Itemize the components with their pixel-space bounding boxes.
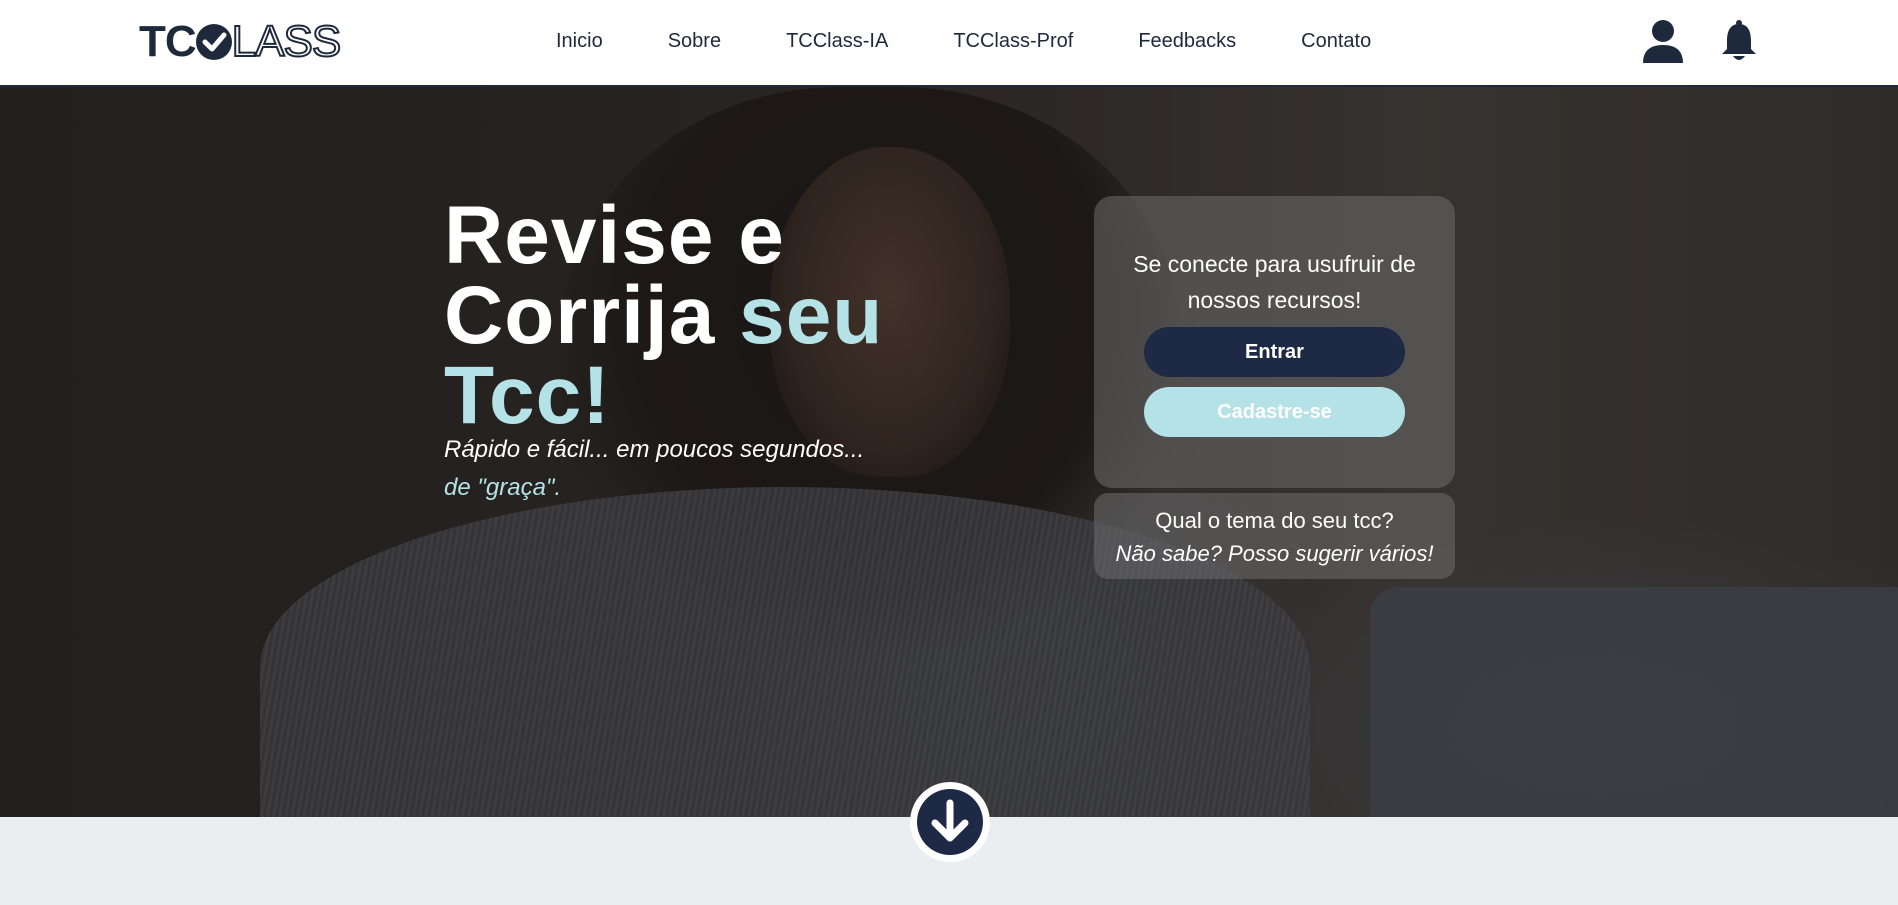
scroll-down-button[interactable] xyxy=(910,782,990,862)
nav-link-sobre[interactable]: Sobre xyxy=(668,28,721,54)
hero-subtitle: Rápido e fácil... em poucos segundos... xyxy=(444,436,865,463)
nav-link-tcclass-ia[interactable]: TCClass-IA xyxy=(786,28,888,54)
login-button[interactable]: Entrar xyxy=(1144,327,1405,377)
hero-subtitle-accent: de "graça". xyxy=(444,474,562,501)
logo-text-right: LASS xyxy=(231,17,343,66)
bell-icon[interactable] xyxy=(1721,19,1757,63)
scroll-down-circle xyxy=(917,789,983,855)
nav-link-inicio[interactable]: Inicio xyxy=(556,28,603,54)
hero-title-accent-tcc: Tcc! xyxy=(444,350,611,441)
topic-question: Qual o tema do seu tcc? xyxy=(1155,508,1394,533)
user-icon[interactable] xyxy=(1641,19,1685,63)
signup-button[interactable]: Cadastre-se xyxy=(1144,387,1405,437)
arrow-down-icon xyxy=(931,799,969,842)
hero-section: Revise e Corrija seu Tcc! Rápido e fácil… xyxy=(0,87,1898,817)
hero-title-line1: Revise e xyxy=(444,190,785,281)
hero-title-accent-seu: seu xyxy=(739,270,884,361)
tcclass-logo[interactable]: TC LASS xyxy=(139,17,343,66)
topic-suggestion-card[interactable]: Qual o tema do seu tcc? Não sabe? Posso … xyxy=(1094,493,1455,579)
login-message: Se conecte para usufruir de nossos recur… xyxy=(1133,251,1416,313)
nav-link-contato[interactable]: Contato xyxy=(1301,28,1371,54)
nav-link-feedbacks[interactable]: Feedbacks xyxy=(1138,28,1236,54)
hero-title: Revise e Corrija seu Tcc! xyxy=(444,195,1004,437)
main-nav: Inicio Sobre TCClass-IA TCClass-Prof Fee… xyxy=(556,28,1371,54)
check-circle-icon xyxy=(195,24,232,60)
logo-text-left: TC xyxy=(139,17,197,66)
hero-title-line2: Corrija xyxy=(444,270,740,361)
nav-link-tcclass-prof[interactable]: TCClass-Prof xyxy=(953,28,1073,54)
login-card: Se conecte para usufruir de nossos recur… xyxy=(1094,196,1455,488)
site-header: TC LASS Inicio Sobre TCClass-IA TCClass-… xyxy=(0,0,1898,87)
topic-suggestion: Não sabe? Posso sugerir vários! xyxy=(1115,541,1434,566)
